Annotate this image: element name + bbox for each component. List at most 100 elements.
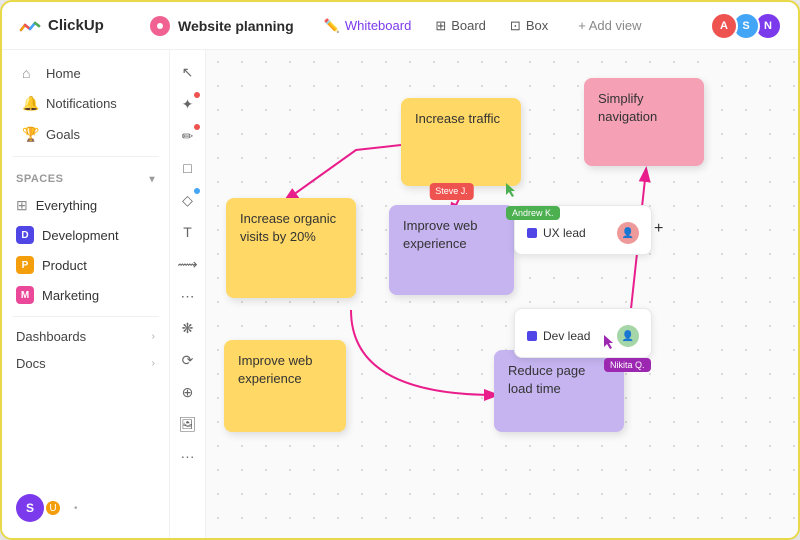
crosshair-icon: + — [654, 220, 663, 238]
sidebar: ⌂ Home 🔔 Notifications 🏆 Goals Spaces ▾ … — [2, 50, 170, 538]
canvas[interactable]: Increase traffic Improve web experience … — [206, 50, 798, 538]
spaces-label: Spaces — [16, 173, 63, 185]
marketing-dot: M — [16, 286, 34, 304]
tool-arrow[interactable]: ⟿ — [174, 250, 202, 278]
docs-chevron-icon: › — [152, 358, 155, 369]
avatar-a1: A — [710, 12, 738, 40]
sticky-simplify-nav-text: Simplify navigation — [598, 91, 657, 124]
toolbar-left: ↖ ✦ ✏ □ ◇ T — [170, 50, 206, 538]
view-title: Website planning — [150, 16, 294, 36]
divider-1 — [12, 156, 159, 157]
whiteboard-area: ↖ ✦ ✏ □ ◇ T — [170, 50, 798, 538]
home-label: Home — [46, 66, 81, 81]
tool-more[interactable]: ⋯ — [174, 282, 202, 310]
sidebar-item-dashboards[interactable]: Dashboards › — [2, 323, 169, 350]
sidebar-item-development[interactable]: D Development — [2, 221, 169, 249]
sticky-increase-traffic[interactable]: Increase traffic — [401, 98, 521, 186]
dots-icon: ··· — [181, 448, 195, 464]
component-icon: ❋ — [182, 320, 194, 337]
rectangle-icon: □ — [183, 160, 191, 176]
sticky-simplify-nav[interactable]: Simplify navigation — [584, 78, 704, 166]
marketing-label: Marketing — [42, 288, 99, 303]
rotate-icon: ⟳ — [182, 352, 194, 369]
tab-whiteboard[interactable]: ✏️ Whiteboard — [314, 14, 422, 38]
sidebar-item-product[interactable]: P Product — [2, 251, 169, 279]
add-view-label: + Add view — [578, 18, 641, 33]
diamond-icon: ◇ — [182, 192, 193, 209]
sticky-increase-organic[interactable]: Increase organic visits by 20% — [226, 198, 356, 298]
tab-board[interactable]: ⊞ Board — [425, 14, 496, 38]
box-icon: ⊡ — [510, 18, 521, 34]
board-icon: ⊞ — [435, 18, 446, 34]
sidebar-item-notifications[interactable]: 🔔 Notifications — [8, 89, 163, 118]
tool-shapes[interactable]: ✦ — [174, 90, 202, 118]
whiteboard-label: Whiteboard — [345, 18, 411, 33]
sticky-increase-organic-text: Increase organic visits by 20% — [240, 211, 336, 244]
tab-box[interactable]: ⊡ Box — [500, 14, 558, 38]
spaces-section-header: Spaces ▾ — [2, 167, 169, 191]
user-avatars: A S N — [716, 12, 782, 40]
sidebar-bottom: S U • — [2, 486, 169, 530]
user-avatar-2: U — [44, 499, 62, 517]
sidebar-item-home[interactable]: ⌂ Home — [8, 59, 163, 87]
top-bar: ClickUp Website planning ✏️ Whiteboard ⊞… — [2, 2, 798, 50]
image-icon: 🖼 — [179, 416, 197, 433]
divider-2 — [12, 316, 159, 317]
cursor-label-andrew: Andrew K. — [506, 206, 560, 220]
everything-icon: ⊞ — [16, 197, 28, 214]
sticky-reduce-page-text: Reduce page load time — [508, 363, 585, 396]
dashboards-label: Dashboards — [16, 329, 86, 344]
tool-globe[interactable]: ⊕ — [174, 378, 202, 406]
ux-lead-task: UX lead 👤 — [527, 222, 639, 244]
tool-dots[interactable]: ··· — [174, 442, 202, 470]
product-label: Product — [42, 258, 87, 273]
whiteboard-icon: ✏️ — [324, 18, 340, 34]
tool-diamond[interactable]: ◇ — [174, 186, 202, 214]
clickup-logo-icon — [18, 14, 42, 38]
everything-label: Everything — [36, 198, 97, 213]
tool-dot-red-2 — [194, 124, 200, 130]
tool-image[interactable]: 🖼 — [174, 410, 202, 438]
cursor-andrew-area: Andrew K. — [506, 183, 560, 220]
goals-label: Goals — [46, 127, 80, 142]
text-icon: T — [183, 224, 192, 240]
box-label: Box — [526, 18, 548, 33]
main-layout: ⌂ Home 🔔 Notifications 🏆 Goals Spaces ▾ … — [2, 50, 798, 538]
tool-text[interactable]: T — [174, 218, 202, 246]
tool-cursor[interactable]: ↖ — [174, 58, 202, 86]
nav-tabs: ✏️ Whiteboard ⊞ Board ⊡ Box — [314, 14, 559, 38]
tool-dot-blue — [194, 188, 200, 194]
docs-label: Docs — [16, 356, 46, 371]
tool-pen[interactable]: ✏ — [174, 122, 202, 150]
sidebar-item-marketing[interactable]: M Marketing — [2, 281, 169, 309]
user-status-dot: • — [74, 503, 78, 514]
globe-icon: ⊕ — [182, 384, 194, 401]
tool-dot-red — [194, 92, 200, 98]
sticky-increase-traffic-text: Increase traffic — [415, 111, 500, 126]
pen-icon: ✏ — [182, 128, 194, 145]
sidebar-item-goals[interactable]: 🏆 Goals — [8, 120, 163, 149]
tool-component[interactable]: ❋ — [174, 314, 202, 342]
sidebar-item-docs[interactable]: Docs › — [2, 350, 169, 377]
dashboards-chevron-icon: › — [152, 331, 155, 342]
sidebar-item-everything[interactable]: ⊞ Everything — [2, 192, 169, 219]
sticky-improve-web-exp-2-text: Improve web experience — [238, 353, 312, 386]
add-view-button[interactable]: + Add view — [570, 14, 649, 37]
logo: ClickUp — [18, 14, 138, 38]
project-title: Website planning — [178, 18, 294, 34]
cursor-arrow-nikita — [604, 335, 616, 351]
cursor-nikita-area: Nikita Q. — [604, 335, 651, 372]
ux-lead-avatar: 👤 — [617, 222, 639, 244]
goals-icon: 🏆 — [22, 126, 38, 143]
sticky-improve-web-exp-1[interactable]: Improve web experience Steve J. — [389, 205, 514, 295]
logo-text: ClickUp — [48, 17, 104, 34]
ux-lead-label: UX lead — [543, 226, 586, 240]
home-icon: ⌂ — [22, 65, 38, 81]
tool-rotate[interactable]: ⟳ — [174, 346, 202, 374]
sticky-improve-web-exp-2[interactable]: Improve web experience — [224, 340, 346, 432]
ux-lead-dot — [527, 228, 537, 238]
shapes-icon: ✦ — [182, 96, 194, 113]
arrow-icon: ⟿ — [177, 256, 197, 273]
tool-rectangle[interactable]: □ — [174, 154, 202, 182]
user-avatar: S — [16, 494, 44, 522]
